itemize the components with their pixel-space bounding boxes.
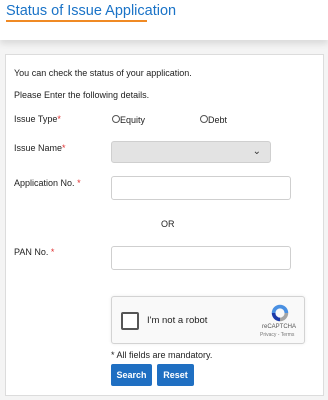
application-no-label-text: Application No. (14, 178, 75, 188)
issue-type-label: Issue Type* (14, 114, 61, 124)
recaptcha-logo-icon (271, 304, 289, 322)
title-underline (6, 20, 147, 22)
mandatory-note: * All fields are mandatory. (111, 350, 213, 360)
instruction-text: Please Enter the following details. (14, 90, 150, 100)
debt-radio[interactable] (200, 115, 208, 123)
recaptcha-label: I'm not a robot (147, 315, 208, 326)
debt-radio-label[interactable]: Debt (208, 115, 227, 125)
pan-no-label: PAN No. * (14, 247, 54, 257)
equity-radio-label[interactable]: Equity (120, 115, 145, 125)
recaptcha-checkbox[interactable] (121, 312, 139, 330)
search-button[interactable]: Search (111, 364, 152, 386)
page-header: Status of Issue Application (0, 0, 328, 40)
issue-name-select[interactable]: ⌄ (111, 141, 271, 163)
application-no-label: Application No. * (14, 178, 81, 188)
issue-type-label-text: Issue Type (14, 114, 58, 124)
status-form: You can check the status of your applica… (5, 54, 324, 396)
intro-text: You can check the status of your applica… (14, 68, 192, 78)
pan-no-label-text: PAN No. (14, 247, 49, 257)
required-mark: * (50, 247, 55, 257)
recaptcha-brand: reCAPTCHA (262, 324, 297, 330)
or-separator: OR (161, 219, 175, 229)
equity-radio[interactable] (112, 115, 120, 123)
issue-name-label: Issue Name* (14, 143, 66, 153)
required-mark: * (57, 114, 61, 124)
required-mark: * (77, 178, 81, 188)
issue-name-label-text: Issue Name (14, 143, 63, 153)
chevron-down-icon: ⌄ (252, 146, 261, 157)
recaptcha-widget: I'm not a robot reCAPTCHA Privacy - Term… (111, 296, 305, 344)
application-no-input[interactable] (111, 176, 291, 200)
required-mark: * (62, 143, 66, 153)
pan-no-input[interactable] (111, 246, 291, 270)
reset-button[interactable]: Reset (157, 364, 194, 386)
recaptcha-privacy-terms[interactable]: Privacy - Terms (260, 332, 294, 338)
page-title: Status of Issue Application (6, 3, 177, 19)
